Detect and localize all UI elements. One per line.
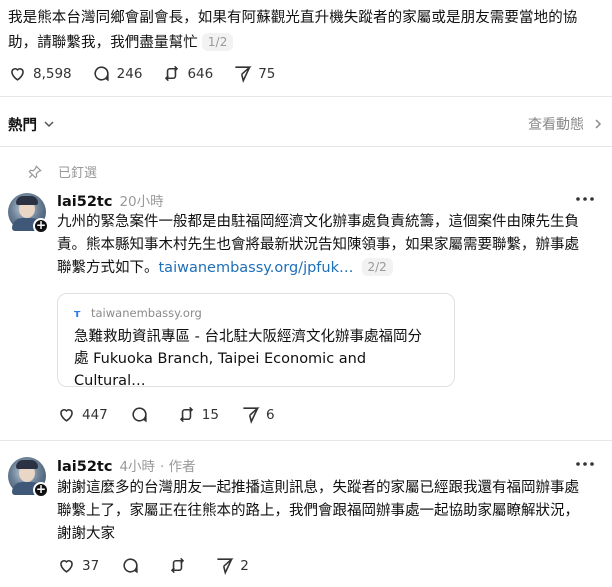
repost-icon	[165, 65, 179, 82]
reply-text-line: 聯繫方式如下。	[57, 260, 159, 276]
card-title: 急難救助資訊專區 - 台北駐大阪經濟文化辦事處福岡分 處 Fukuoka Bra…	[74, 326, 438, 392]
share-button[interactable]: 75	[233, 64, 275, 83]
divider	[0, 96, 612, 97]
sort-dropdown[interactable]: 熱門	[8, 114, 55, 135]
author-tag: · 作者	[160, 459, 196, 475]
share-count: 2	[240, 557, 249, 574]
divider	[0, 146, 612, 147]
card-title-line: 處 Fukuoka Branch, Taipei Economic and Cu…	[74, 351, 367, 389]
reply-text-line: 聯繫上了，家屬正在往熊本的路上，我們會跟福岡辦事處一起協助家屬瞭解狀況，	[57, 503, 579, 519]
pinned-label: 已釘選	[58, 166, 98, 181]
repost-button[interactable]	[168, 556, 193, 575]
reply-actions: 447 15 6	[57, 405, 291, 424]
send-icon	[235, 66, 252, 83]
like-count: 37	[82, 557, 100, 574]
main-post: 我是熊本台灣同鄉會副會長，如果有阿蘇觀光直升機失蹤者的家屬或是朋友需要當地的協 …	[8, 6, 604, 56]
share-count: 6	[265, 406, 275, 423]
reply-text-line: 九州的緊急案件一般都是由駐福岡經濟文化辦事處負責統籌，這個案件由陳先生負	[57, 214, 579, 230]
like-button[interactable]: 8,598	[8, 64, 72, 83]
post-actions: 8,598 246 646 75	[8, 64, 291, 83]
more-icon[interactable]	[575, 461, 595, 467]
site-favicon-icon: т	[74, 306, 81, 320]
comment-icon	[132, 407, 147, 423]
like-count: 447	[82, 406, 108, 423]
reply-text-line: 謝謝這麼多的台灣朋友一起推播這則訊息，失蹤者的家屬已經跟我還有福岡辦事處	[57, 480, 579, 496]
post-text: 我是熊本台灣同鄉會副會長，如果有阿蘇觀光直升機失蹤者的家屬或是朋友需要當地的協 …	[8, 6, 604, 56]
chevron-down-icon	[44, 121, 54, 128]
repost-icon	[171, 557, 185, 574]
reply-text-line: 責。熊本縣知事木村先生也會將最新狀況告知陳領事，如果家屬需要聯繫，辦事處	[57, 237, 579, 253]
repost-count: 646	[187, 65, 214, 82]
reply-text: 九州的緊急案件一般都是由駐福岡經濟文化辦事處負責統籌，這個案件由陳先生負 責。熊…	[57, 211, 603, 280]
reply-text: 謝謝這麼多的台灣朋友一起推播這則訊息，失蹤者的家屬已經跟我還有福岡辦事處 聯繫上…	[57, 477, 603, 546]
repost-button[interactable]: 15	[177, 405, 219, 424]
like-button[interactable]: 37	[57, 556, 99, 575]
send-icon	[243, 407, 260, 424]
page-indicator: 1/2	[201, 33, 234, 51]
reply-button[interactable]	[130, 405, 155, 424]
avatar[interactable]: +	[8, 457, 49, 498]
link-preview-card[interactable]: т taiwanembassy.org 急難救助資訊專區 - 台北駐大阪經濟文化…	[57, 293, 455, 389]
card-domain: т taiwanembassy.org	[74, 306, 438, 320]
share-count: 75	[258, 65, 276, 82]
sort-bar: 熱門 查看動態	[8, 112, 604, 136]
username[interactable]: lai52tc	[57, 194, 112, 210]
post-text-line-1: 我是熊本台灣同鄉會副會長，如果有阿蘇觀光直升機失蹤者的家屬或是朋友需要當地的協	[8, 10, 578, 26]
view-activity-label: 查看動態	[528, 117, 584, 133]
post-text-line-2: 助，請聯繫我，我們盡量幫忙	[8, 35, 198, 51]
avatar[interactable]: +	[8, 193, 49, 234]
repost-count: 15	[201, 406, 219, 423]
send-icon	[217, 558, 234, 575]
chevron-right-icon	[595, 119, 602, 129]
share-button[interactable]: 2	[215, 556, 249, 575]
card-title-line: 急難救助資訊專區 - 台北駐大阪經濟文化辦事處福岡分	[74, 329, 422, 345]
sort-label: 熱門	[8, 117, 37, 134]
like-button[interactable]: 447	[57, 405, 108, 424]
view-activity-link[interactable]: 查看動態	[528, 114, 604, 134]
divider	[0, 440, 612, 441]
repost-icon	[179, 406, 193, 423]
reply-text-line: 謝謝大家	[57, 526, 115, 542]
comment-icon	[94, 66, 109, 82]
share-button[interactable]: 6	[241, 405, 275, 424]
heart-icon	[60, 409, 73, 422]
timestamp: 4小時	[119, 459, 156, 475]
heart-icon	[11, 68, 24, 81]
pin-icon	[28, 164, 42, 179]
like-count: 8,598	[33, 65, 72, 82]
reply-actions: 37 2	[57, 556, 265, 575]
card-domain-text: taiwanembassy.org	[91, 306, 202, 320]
comment-icon	[123, 558, 138, 574]
reply-count: 246	[116, 65, 143, 82]
follow-plus-icon[interactable]: +	[33, 482, 49, 498]
heart-icon	[60, 560, 73, 573]
repost-button[interactable]: 646	[162, 64, 213, 83]
reply-button[interactable]	[121, 556, 146, 575]
username[interactable]: lai52tc	[57, 459, 112, 475]
embassy-link[interactable]: taiwanembassy.org/jpfuk…	[159, 260, 354, 276]
page-indicator: 2/2	[361, 258, 393, 276]
follow-plus-icon[interactable]: +	[33, 218, 49, 234]
reply-header: lai52tc 20小時	[57, 190, 164, 210]
timestamp: 20小時	[119, 194, 164, 210]
pinned-indicator: 已釘選	[28, 162, 97, 181]
reply-header: lai52tc 4小時 · 作者	[57, 455, 196, 475]
more-icon[interactable]	[575, 196, 595, 202]
reply-button[interactable]: 246	[92, 64, 143, 83]
